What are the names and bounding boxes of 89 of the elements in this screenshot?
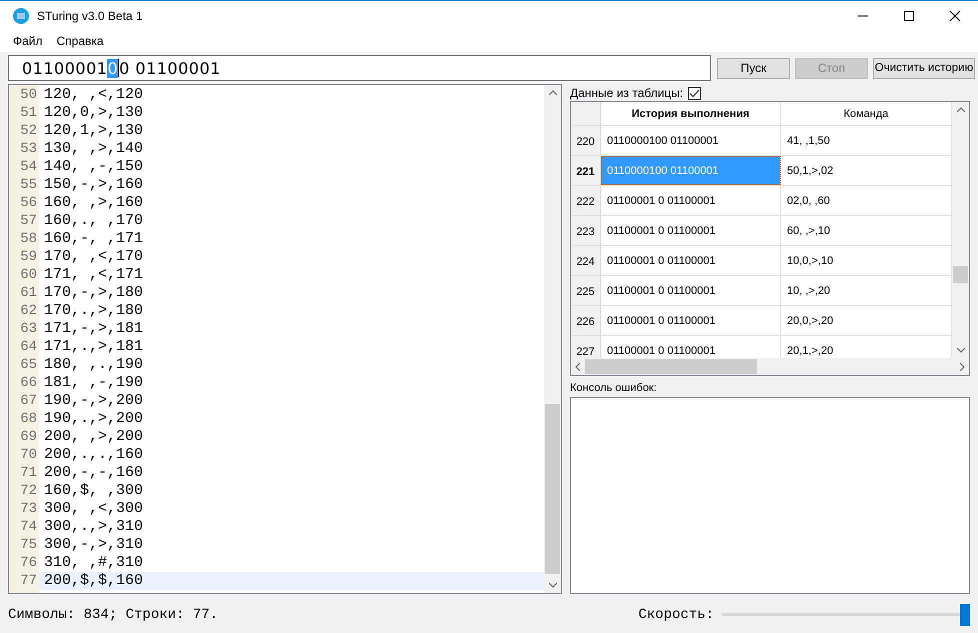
row-header: 227 bbox=[571, 336, 601, 358]
line-number: 69 bbox=[19, 428, 38, 446]
code-editor[interactable] bbox=[8, 84, 562, 594]
row-header: 225 bbox=[571, 276, 601, 305]
tape-field[interactable]: 0110000100 01100001 bbox=[8, 55, 711, 81]
line-number: 56 bbox=[19, 194, 38, 212]
line-number: 53 bbox=[19, 140, 38, 158]
app-icon bbox=[13, 8, 29, 24]
table-cell[interactable]: 01100001 0 01100001 bbox=[601, 306, 781, 335]
code-line: 160,-, ,171 bbox=[43, 230, 144, 248]
table-cell[interactable]: 01100001 0 01100001 bbox=[601, 186, 781, 215]
table-cell[interactable]: 01100001 0 01100001 bbox=[601, 276, 781, 305]
button[interactable]: Очистить историю bbox=[873, 58, 975, 78]
code-line: 300,-,>,310 bbox=[43, 536, 144, 554]
line-number: 76 bbox=[19, 554, 38, 572]
scrollbar-thumb[interactable] bbox=[585, 359, 757, 374]
menu-item[interactable]: Справка bbox=[50, 34, 111, 48]
row-header: 220 bbox=[571, 126, 601, 155]
line-number: 52 bbox=[19, 122, 38, 140]
console-label: Консоль ошибок: bbox=[570, 382, 658, 394]
slider-thumb[interactable] bbox=[960, 604, 970, 626]
code-line: 300, ,<,300 bbox=[43, 500, 144, 518]
line-number: 55 bbox=[19, 176, 38, 194]
code-line: 120,0,>,130 bbox=[43, 104, 144, 122]
code-line: 300,.,>,310 bbox=[43, 518, 144, 536]
code-line: 181, ,-,190 bbox=[43, 374, 144, 392]
line-number: 64 bbox=[19, 338, 38, 356]
line-number: 61 bbox=[19, 284, 38, 302]
table-cell[interactable]: 01100001 0 01100001 bbox=[601, 216, 781, 245]
line-number: 71 bbox=[19, 464, 38, 482]
option-label: Данные из таблицы: bbox=[570, 86, 684, 100]
code-line: 171,-,>,181 bbox=[43, 320, 144, 338]
code-line: 120,1,>,130 bbox=[43, 122, 144, 140]
line-number: 72 bbox=[19, 482, 38, 500]
code-line: 160,., ,170 bbox=[43, 212, 144, 230]
code-line: 170, ,<,170 bbox=[43, 248, 144, 266]
code-line: 160, ,>,160 bbox=[43, 194, 144, 212]
line-number: 65 bbox=[19, 356, 38, 374]
line-number: 68 bbox=[19, 410, 38, 428]
code-line: 130, ,>,140 bbox=[43, 140, 144, 158]
code-line: 200,-,-,160 bbox=[43, 464, 144, 482]
code-line: 171,.,>,181 bbox=[43, 338, 144, 356]
scrollbar-thumb[interactable] bbox=[545, 404, 560, 574]
row-header: 221 bbox=[571, 156, 601, 185]
speed-label: Скорость: bbox=[638, 606, 714, 622]
line-number: 50 bbox=[19, 86, 38, 104]
row-header: 226 bbox=[571, 306, 601, 335]
code-line: 310, ,#,310 bbox=[43, 554, 144, 572]
line-number: 66 bbox=[19, 374, 38, 392]
button[interactable]: Пуск bbox=[717, 58, 790, 78]
table-cell[interactable]: 0110000100 01100001 bbox=[601, 126, 781, 155]
code-line: 171, ,<,171 bbox=[43, 266, 144, 284]
row-header: 223 bbox=[571, 216, 601, 245]
line-number: 60 bbox=[19, 266, 38, 284]
line-number: 51 bbox=[19, 104, 38, 122]
maximize-icon[interactable] bbox=[903, 10, 915, 22]
code-line: 190,-,>,200 bbox=[43, 392, 144, 410]
code-line: 160,$, ,300 bbox=[43, 482, 144, 500]
scrollbar-thumb[interactable] bbox=[953, 266, 968, 283]
line-number: 75 bbox=[19, 536, 38, 554]
table-cell[interactable]: 01100001 0 01100001 bbox=[601, 246, 781, 275]
line-number: 58 bbox=[19, 230, 38, 248]
code-line: 190,.,>,200 bbox=[43, 410, 144, 428]
line-number: 54 bbox=[19, 158, 38, 176]
line-number: 62 bbox=[19, 302, 38, 320]
checkbox[interactable] bbox=[688, 86, 702, 100]
line-number: 67 bbox=[19, 392, 38, 410]
line-number: 70 bbox=[19, 446, 38, 464]
code-line: 170,.,>,180 bbox=[43, 302, 144, 320]
code-line: 170,-,>,180 bbox=[43, 284, 144, 302]
code-line: 150,-,>,160 bbox=[43, 176, 144, 194]
line-number: 73 bbox=[19, 500, 38, 518]
line-number: 57 bbox=[19, 212, 38, 230]
close-icon[interactable] bbox=[949, 10, 961, 22]
line-number: 59 bbox=[19, 248, 38, 266]
line-number: 77 bbox=[19, 572, 38, 590]
code-line: 120, ,<,120 bbox=[43, 86, 144, 104]
row-header: 224 bbox=[571, 246, 601, 275]
code-line: 180, ,.,190 bbox=[43, 356, 144, 374]
line-number: 74 bbox=[19, 518, 38, 536]
line-number: 63 bbox=[19, 320, 38, 338]
status-text: Символы: 834; Строки: 77. bbox=[8, 606, 218, 622]
scrollbar[interactable] bbox=[544, 85, 561, 593]
code-line: 200, ,>,200 bbox=[43, 428, 144, 446]
row-header: 222 bbox=[571, 186, 601, 215]
code-line: 200,.,.,160 bbox=[43, 446, 144, 464]
code-line: 140, ,-,150 bbox=[43, 158, 144, 176]
window-title: STuring v3.0 Beta 1 bbox=[37, 8, 143, 22]
menu-item[interactable]: Файл bbox=[6, 34, 50, 48]
